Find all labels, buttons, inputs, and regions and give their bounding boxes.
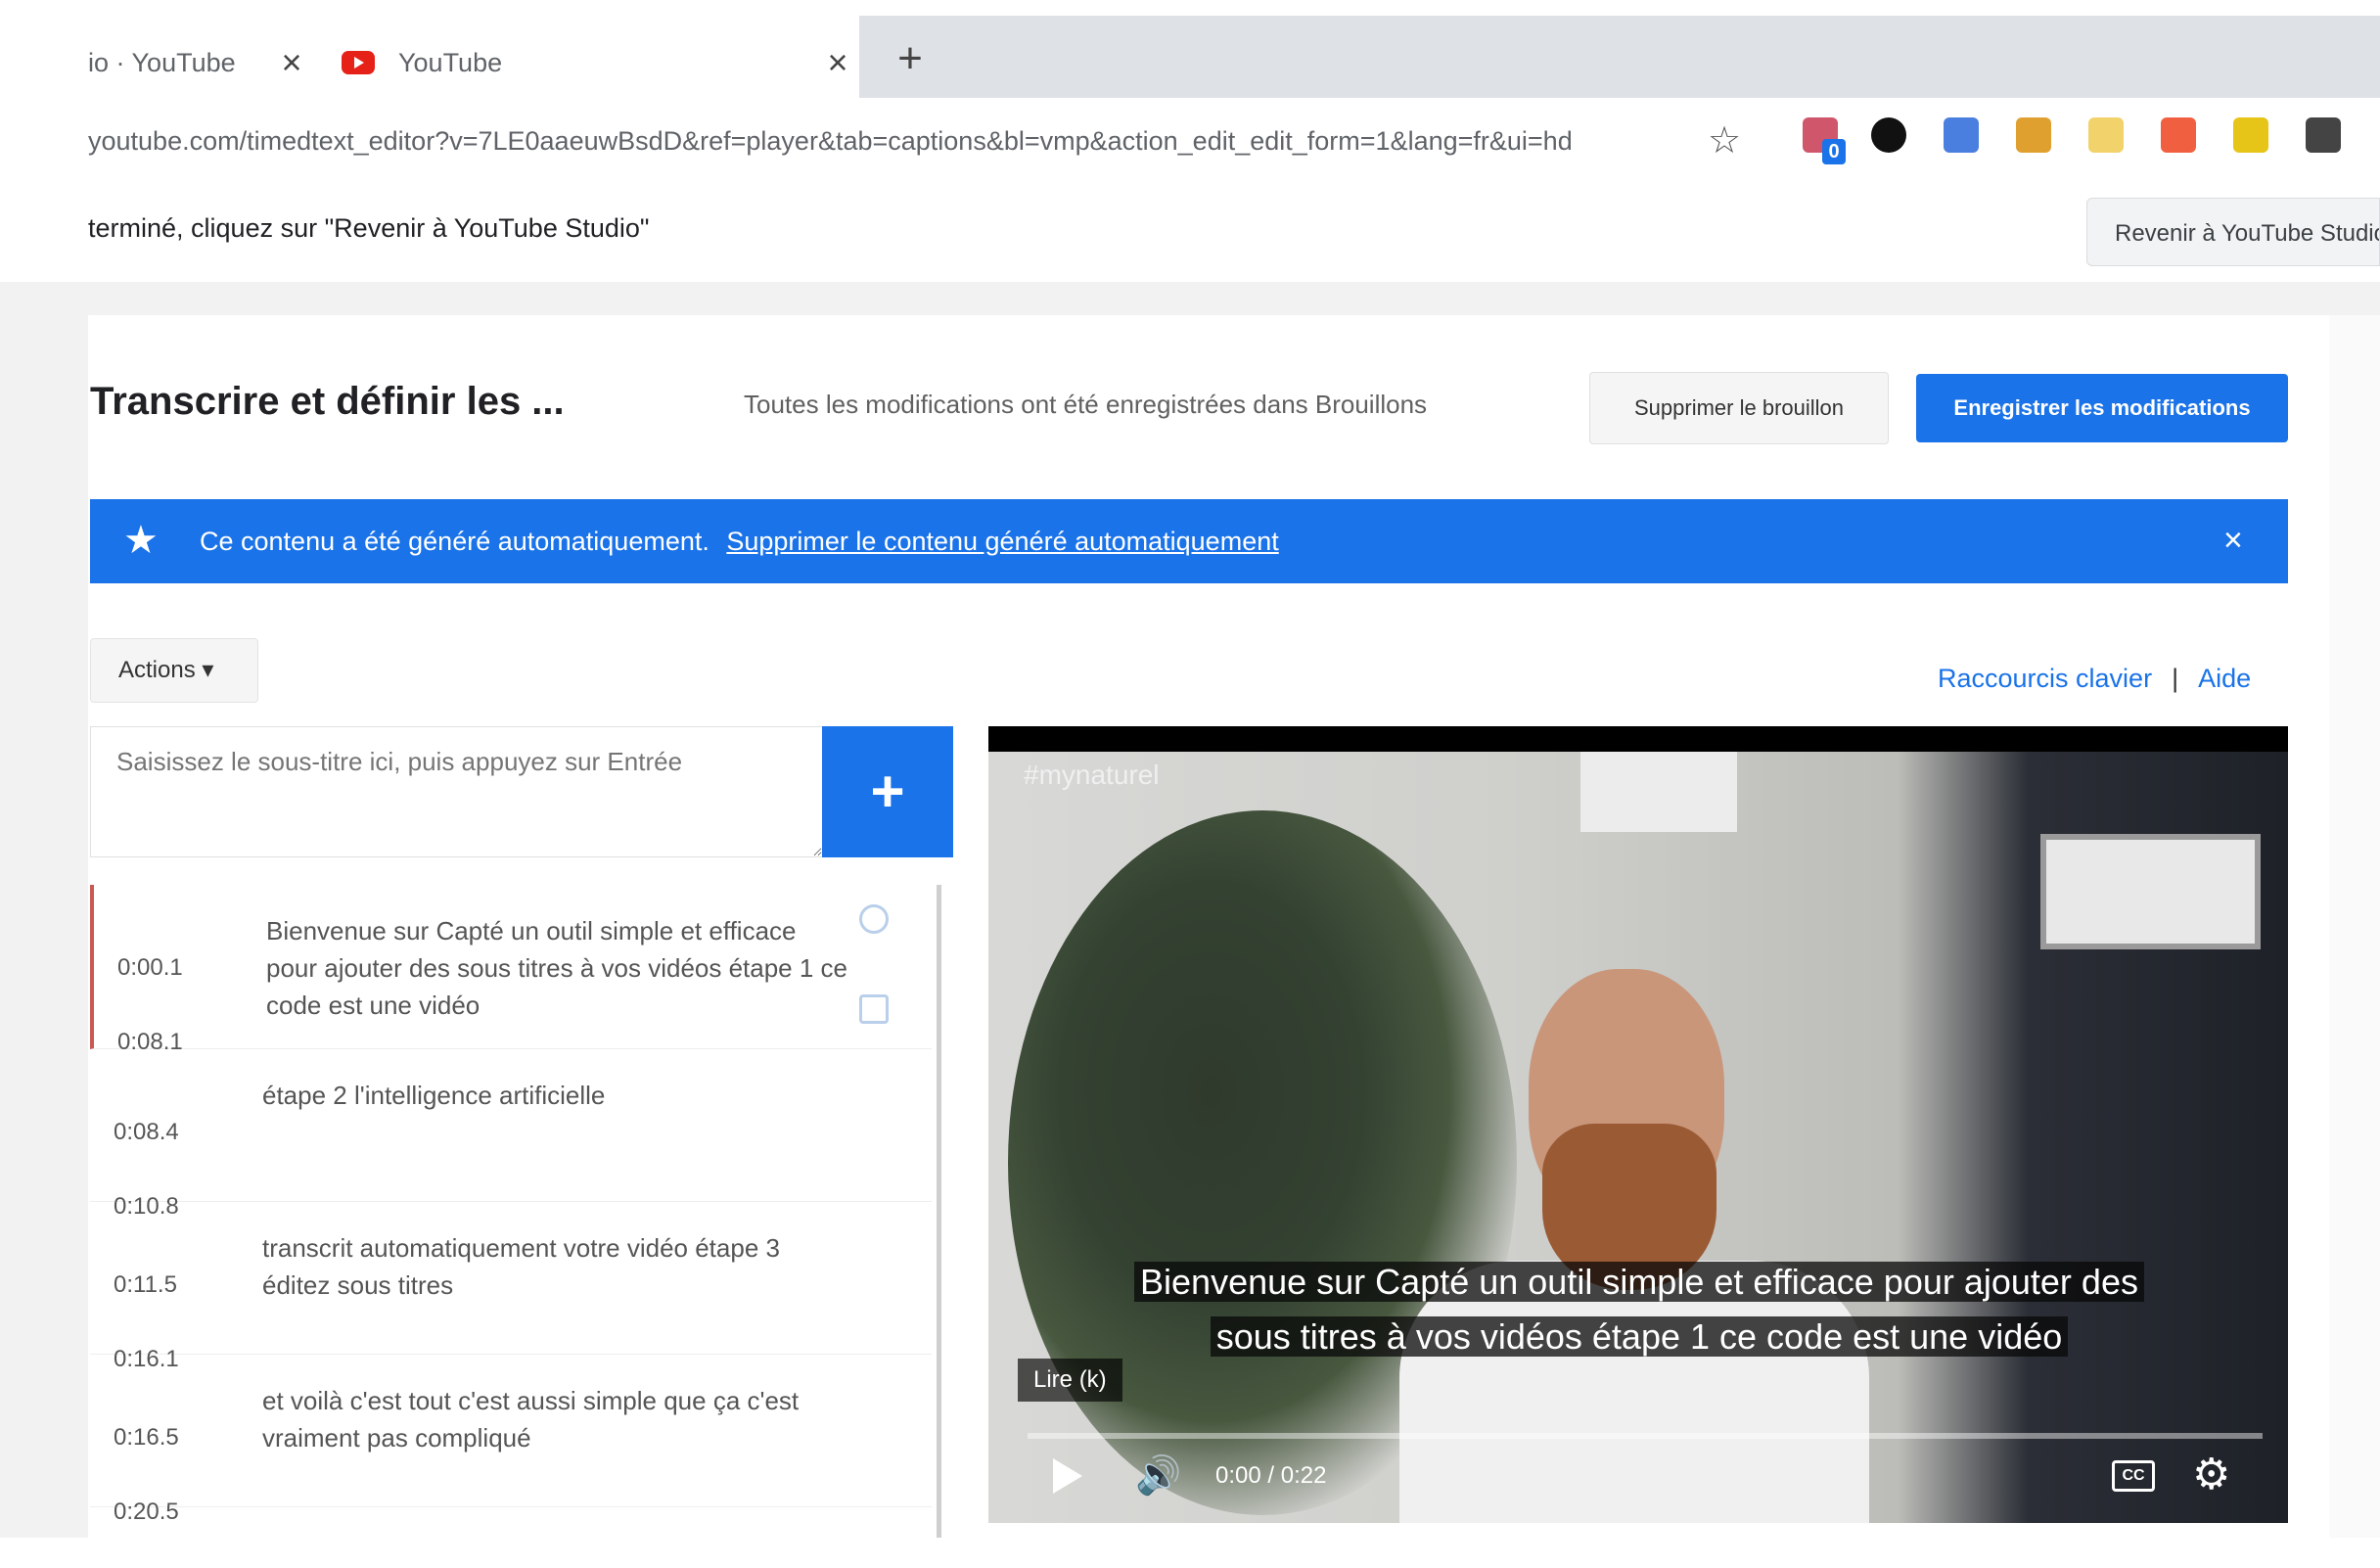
tab-strip-background <box>859 16 2380 110</box>
youtube-favicon-icon <box>342 51 375 74</box>
delete-draft-button[interactable]: Supprimer le brouillon <box>1589 372 1889 444</box>
caption-row[interactable]: 0:11.5 0:16.1 transcrit automatiquement … <box>90 1202 932 1372</box>
play-tooltip: Lire (k) <box>1018 1359 1122 1402</box>
progress-bar[interactable] <box>1028 1433 2263 1439</box>
ext-bulb-icon[interactable] <box>2088 117 2124 153</box>
banner-text: Ce contenu a été généré automatiquement. <box>200 527 709 556</box>
caption-list: 0:00.1 0:08.1 Bienvenue sur Capté un out… <box>90 885 941 1538</box>
ext-pin-icon[interactable] <box>1871 117 1906 153</box>
caption-text[interactable]: étape 2 l'intelligence artificielle <box>262 1077 849 1114</box>
ext-docs-icon[interactable] <box>1944 117 1979 153</box>
video-caption-text: Bienvenue sur Capté un outil simple et e… <box>1134 1262 2144 1357</box>
close-icon[interactable]: × <box>816 42 859 83</box>
bookmark-star-icon[interactable]: ☆ <box>1703 119 1746 162</box>
ceiling-light <box>1580 752 1737 832</box>
save-status-text: Toutes les modifications ont été enregis… <box>744 390 1428 419</box>
add-caption-button[interactable]: + <box>822 726 953 857</box>
tab-previous[interactable]: io · YouTube × <box>88 16 313 110</box>
page-title: Transcrire et définir les ... <box>90 380 565 423</box>
publish-changes-button[interactable]: Enregistrer les modifications <box>1916 374 2288 442</box>
ext-menu-icon[interactable] <box>2306 117 2341 153</box>
caption-start-time[interactable]: 0:08.4 <box>114 1114 179 1151</box>
captions-icon[interactable]: CC <box>2112 1460 2155 1492</box>
subtitle-input[interactable] <box>90 726 822 857</box>
star-icon: ★ <box>123 519 159 562</box>
insert-caption-icon[interactable] <box>859 904 889 934</box>
auto-generated-banner: ★ Ce contenu a été généré automatiquemen… <box>90 499 2288 583</box>
actions-dropdown[interactable]: Actions ▾ <box>90 638 258 703</box>
close-icon[interactable]: × <box>270 42 313 83</box>
studio-info-bar: terminé, cliquez sur "Revenir à YouTube … <box>0 184 2380 282</box>
back-to-studio-button[interactable]: Revenir à YouTube Studio <box>2086 198 2380 266</box>
caption-start-time[interactable]: 0:00.1 <box>117 949 183 987</box>
volume-icon[interactable]: 🔊 <box>1135 1456 1181 1496</box>
close-icon[interactable]: × <box>2223 519 2243 562</box>
extension-badge: 0 <box>1822 139 1846 164</box>
caption-end-time[interactable]: 0:20.5 <box>114 1494 179 1531</box>
ext-check-icon[interactable] <box>2233 117 2268 153</box>
caption-start-time[interactable]: 0:11.5 <box>114 1267 179 1304</box>
caption-text[interactable]: Bienvenue sur Capté un outil simple et e… <box>266 912 853 1024</box>
link-separator: | <box>2172 664 2179 693</box>
tab-youtube[interactable]: YouTube × <box>318 16 859 110</box>
video-caption-overlay: Bienvenue sur Capté un outil simple et e… <box>1096 1255 2182 1364</box>
delete-caption-icon[interactable] <box>859 994 889 1024</box>
video-watermark: #mynaturel <box>1024 760 1160 790</box>
tab-youtube-title: YouTube <box>398 47 503 77</box>
info-bar-text: terminé, cliquez sur "Revenir à YouTube … <box>88 213 650 243</box>
caption-row[interactable]: 0:08.4 0:10.8 étape 2 l'intelligence art… <box>90 1049 932 1220</box>
help-links: Raccourcis clavier | Aide <box>1938 664 2251 694</box>
tab-previous-title: io · YouTube <box>88 47 236 77</box>
video-player[interactable]: #mynaturel Bienvenue sur Capté un outil … <box>988 726 2288 1523</box>
new-tab-button[interactable]: + <box>881 29 939 88</box>
video-frame <box>988 752 2288 1523</box>
caption-text[interactable]: transcrit automatiquement votre vidéo ét… <box>262 1229 849 1304</box>
keyboard-shortcuts-link[interactable]: Raccourcis clavier <box>1938 664 2152 693</box>
caption-start-time[interactable]: 0:16.5 <box>114 1419 179 1456</box>
ext-record-icon[interactable] <box>2161 117 2196 153</box>
ext-chrome-icon[interactable] <box>2016 117 2051 153</box>
caption-text[interactable]: et voilà c'est tout c'est aussi simple q… <box>262 1382 849 1456</box>
caption-row[interactable]: 0:00.1 0:08.1 Bienvenue sur Capté un out… <box>90 885 932 1055</box>
caption-row[interactable]: 0:16.5 0:20.5 et voilà c'est tout c'est … <box>90 1355 932 1525</box>
help-link[interactable]: Aide <box>2198 664 2251 693</box>
banner-message: Ce contenu a été généré automatiquement.… <box>200 527 1279 557</box>
remove-auto-content-link[interactable]: Supprimer le contenu généré automatiquem… <box>726 527 1278 556</box>
wall-unit <box>2040 834 2261 949</box>
caption-timestamps[interactable]: 0:16.5 0:20.5 <box>114 1382 179 1568</box>
address-bar[interactable]: youtube.com/timedtext_editor?v=7LE0aaeuw… <box>88 119 1654 162</box>
time-display: 0:00 / 0:22 <box>1215 1462 1327 1489</box>
play-icon[interactable] <box>1053 1458 1082 1494</box>
page-margin <box>2329 315 2380 1538</box>
settings-gear-icon[interactable]: ⚙ <box>2192 1451 2230 1499</box>
